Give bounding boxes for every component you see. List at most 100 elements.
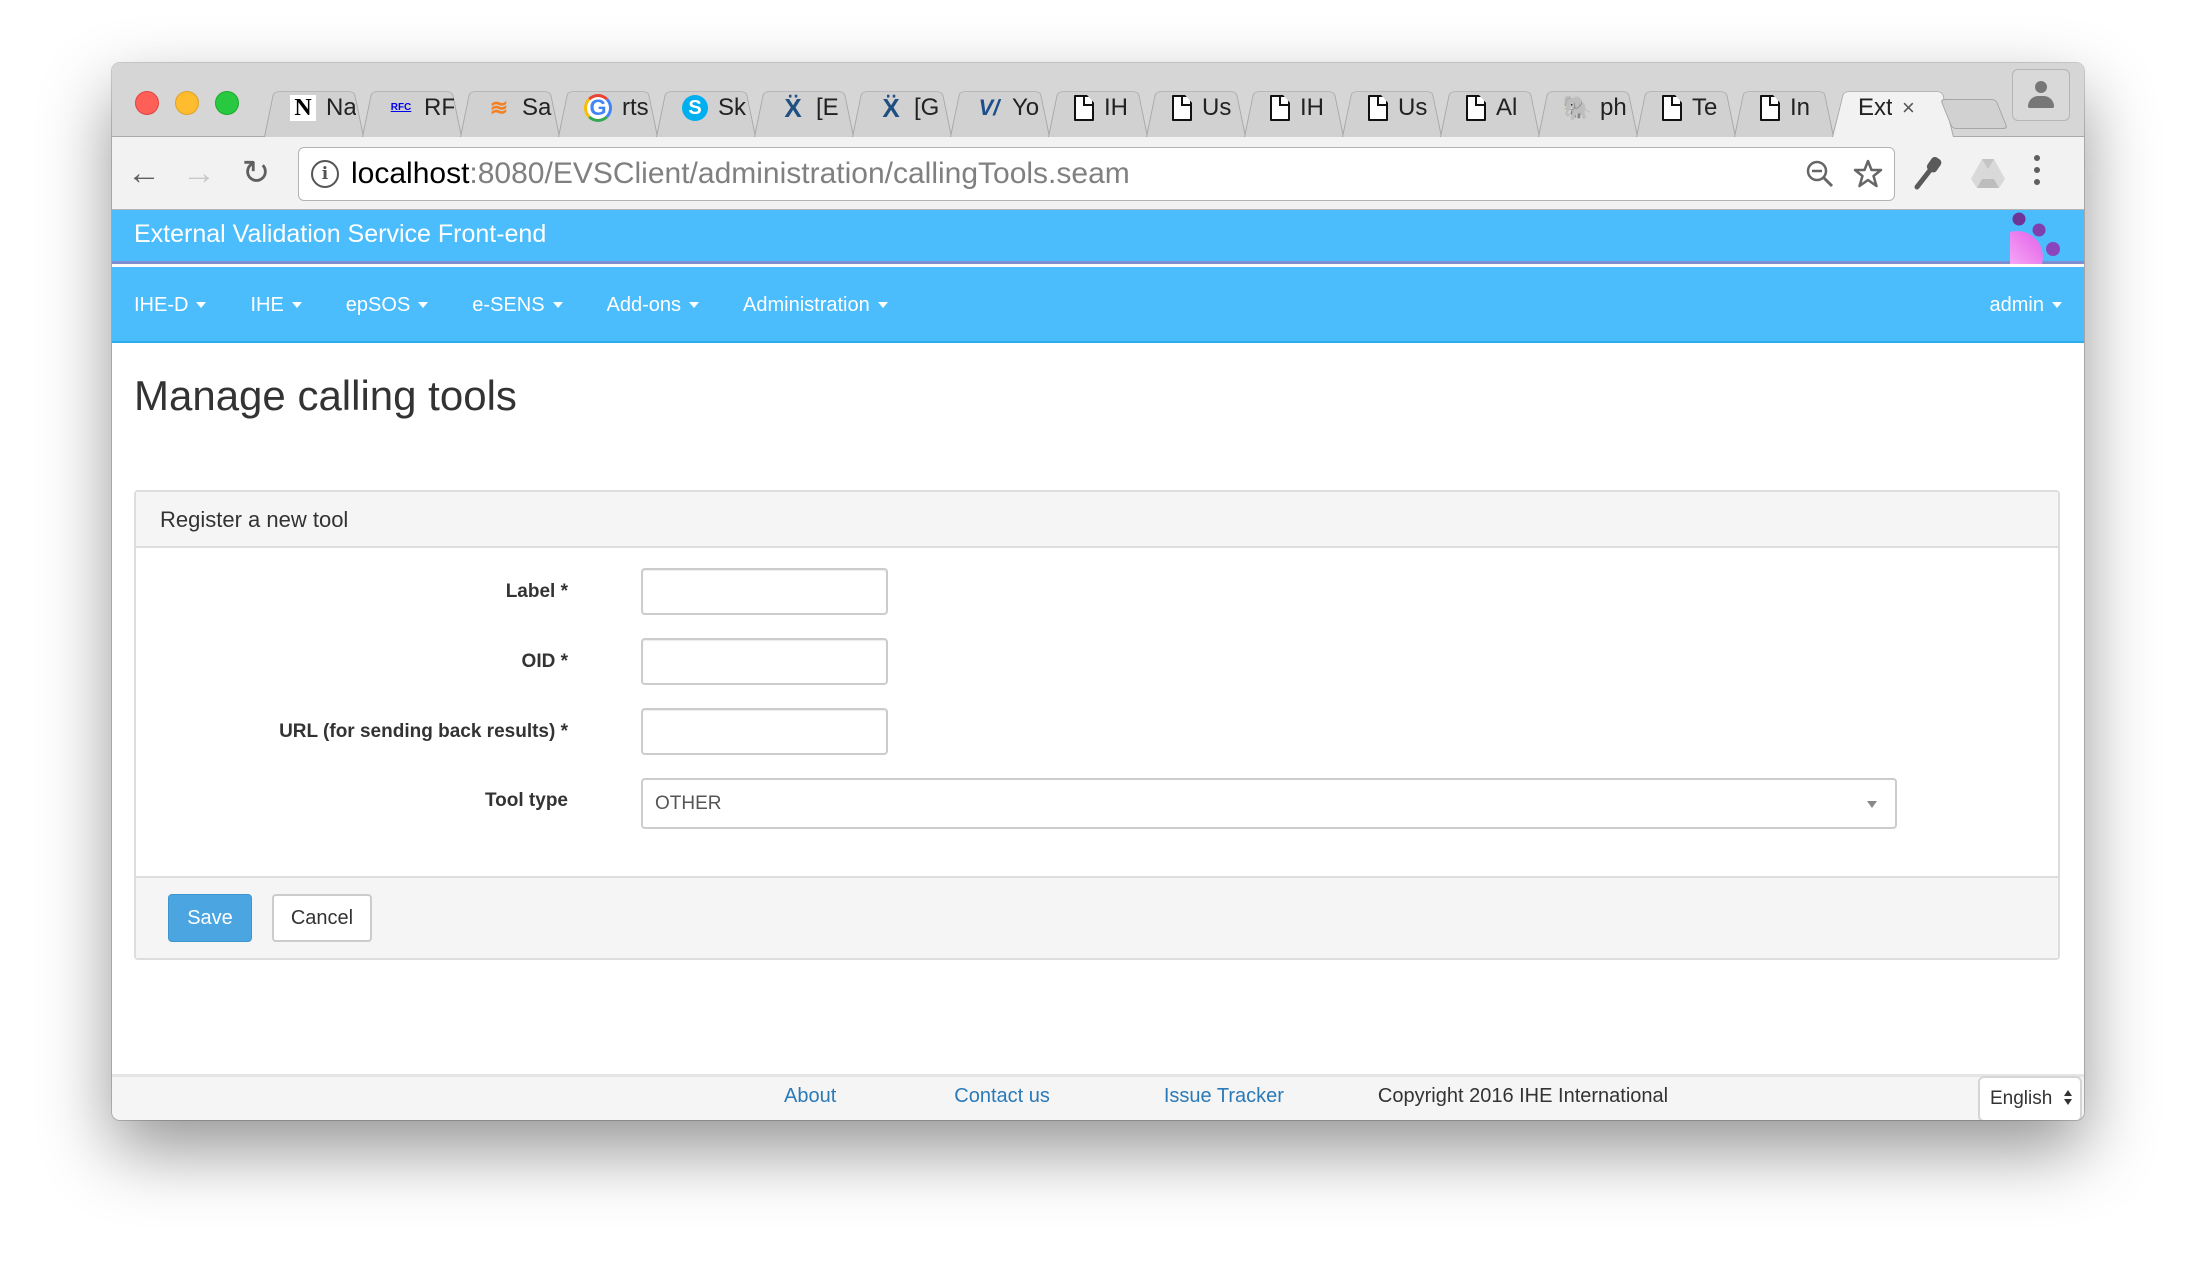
close-tab-icon[interactable]: × xyxy=(1902,95,1915,121)
browser-toolbar: ← → ↻ i localhost:8080/EVSClient/adminis… xyxy=(112,137,2084,210)
info-icon[interactable]: i xyxy=(311,160,339,188)
browser-tab[interactable]: V/Yo xyxy=(946,79,1044,137)
browser-menu-icon[interactable] xyxy=(2032,155,2042,185)
document-icon xyxy=(1172,95,1192,121)
forward-button[interactable]: → xyxy=(179,153,219,193)
reload-button[interactable]: ↻ xyxy=(236,153,276,193)
document-icon xyxy=(1270,95,1290,121)
browser-tab[interactable]: In xyxy=(1730,79,1828,137)
web-page: External Validation Service Front-end IH… xyxy=(112,210,2084,1120)
browser-tab[interactable]: RFC RF xyxy=(358,79,456,137)
tab-title: In xyxy=(1790,94,1811,121)
nav-item-epsos[interactable]: epSOS xyxy=(345,293,429,317)
browser-tab[interactable]: IH xyxy=(1240,79,1338,137)
register-tool-form: Label * OID * URL (for sending back resu… xyxy=(136,548,2058,878)
key-extension-icon[interactable] xyxy=(1912,155,1946,199)
user-menu[interactable]: admin xyxy=(1990,267,2062,343)
caret-down-icon xyxy=(552,302,563,308)
label-field-label: Label * xyxy=(505,581,568,602)
tab-title: Yo xyxy=(1012,94,1040,121)
caret-down-icon xyxy=(2052,302,2062,308)
language-value: English xyxy=(1990,1088,2053,1109)
browser-window: N Na RFC RF ≋ Sa Grts S Sk Ẍ [E Ẍ [G V/Yo IH Us IH Us Al 🐘 p… xyxy=(112,63,2084,1120)
url-host: localhost xyxy=(351,157,470,190)
nav-item-ihe-d[interactable]: IHE-D xyxy=(134,293,207,317)
browser-tab[interactable]: Te xyxy=(1632,79,1730,137)
main-navbar: IHE-D IHE epSOS e-SENS Add-ons Administration… xyxy=(112,267,2084,343)
jira-icon: Ẍ xyxy=(882,92,900,123)
document-icon xyxy=(1466,95,1486,121)
nav-item-add-ons[interactable]: Add-ons xyxy=(607,294,700,317)
tab-title: Al xyxy=(1496,94,1518,121)
browser-tab[interactable]: Grts xyxy=(554,79,652,137)
caret-down-icon xyxy=(689,302,700,308)
nav-item-ihe[interactable]: IHE xyxy=(250,294,302,317)
url-input[interactable] xyxy=(641,708,888,755)
nav-item-label: epSOS xyxy=(345,293,411,316)
caret-down-icon xyxy=(196,302,207,308)
browser-tab[interactable]: ≋ Sa xyxy=(456,79,554,137)
about-link[interactable]: About xyxy=(784,1085,836,1108)
google-drive-icon[interactable] xyxy=(1970,157,2006,189)
tab-title: IH xyxy=(1300,94,1324,121)
language-select[interactable]: English xyxy=(1978,1076,2082,1120)
dropdown-arrow-icon xyxy=(1867,801,1877,808)
contact-us-link[interactable]: Contact us xyxy=(954,1085,1050,1108)
close-window-button[interactable] xyxy=(135,91,159,115)
browser-tab[interactable]: IH xyxy=(1044,79,1142,137)
panel-heading: Register a new tool xyxy=(136,492,2058,548)
tab-active[interactable]: Ext × xyxy=(1828,79,1948,137)
skype-icon: S xyxy=(682,95,708,121)
new-tab-button[interactable] xyxy=(1939,99,2009,129)
address-bar[interactable]: i localhost:8080/EVSClient/administratio… xyxy=(298,147,1895,201)
tool-type-select[interactable]: OTHER xyxy=(641,778,1897,829)
cancel-button[interactable]: Cancel xyxy=(272,894,372,942)
app-title[interactable]: External Validation Service Front-end xyxy=(134,220,546,249)
jira-icon: Ẍ xyxy=(784,92,802,123)
caret-down-icon xyxy=(877,302,888,308)
document-icon xyxy=(1074,95,1094,121)
tab-title: [G xyxy=(914,94,940,121)
zoom-window-button[interactable] xyxy=(215,91,239,115)
nav-menu: IHE-D IHE epSOS e-SENS Add-ons Administration xyxy=(134,267,932,343)
bookmark-star-icon[interactable] xyxy=(1850,156,1886,192)
arrow-right-icon: → xyxy=(182,153,216,192)
browser-tab[interactable]: 🐘 ph xyxy=(1534,79,1632,137)
nav-item-administration[interactable]: Administration xyxy=(743,294,888,317)
tab-title: IH xyxy=(1104,94,1128,121)
oid-field-label: OID * xyxy=(521,651,568,672)
browser-tab[interactable]: Us xyxy=(1142,79,1240,137)
browser-tab[interactable]: Us xyxy=(1338,79,1436,137)
label-input[interactable] xyxy=(641,568,888,615)
arrow-left-icon: ← xyxy=(127,153,161,192)
tool-type-value: OTHER xyxy=(655,792,722,814)
oid-input[interactable] xyxy=(641,638,888,685)
url-field-label: URL (for sending back results) * xyxy=(279,721,568,742)
tab-title: Sa xyxy=(522,94,552,121)
page-title: Manage calling tools xyxy=(134,372,517,419)
person-icon xyxy=(2028,81,2054,109)
tab-title: Sk xyxy=(718,94,747,121)
register-tool-panel: Register a new tool Label * OID * URL (f… xyxy=(134,490,2060,960)
save-button[interactable]: Save xyxy=(168,894,252,942)
document-icon xyxy=(1662,95,1682,121)
nav-item-label: IHE-D xyxy=(134,293,189,316)
browser-tab[interactable]: Ẍ [G xyxy=(848,79,946,137)
tab-title: Te xyxy=(1692,94,1718,121)
browser-tab[interactable]: S Sk xyxy=(652,79,750,137)
nav-item-e-sens[interactable]: e-SENS xyxy=(472,294,563,317)
tab-strip: N Na RFC RF ≋ Sa Grts S Sk Ẍ [E Ẍ [G V/Yo IH Us IH Us Al 🐘 p… xyxy=(112,63,2084,137)
zoom-out-icon[interactable] xyxy=(1802,156,1838,192)
profile-button[interactable] xyxy=(2012,69,2070,121)
minimize-window-button[interactable] xyxy=(175,91,199,115)
browser-tab[interactable]: Al xyxy=(1436,79,1534,137)
tab-title: rts xyxy=(622,94,649,121)
browser-tab[interactable]: N Na xyxy=(260,79,358,137)
back-button[interactable]: ← xyxy=(124,153,164,193)
issue-tracker-link[interactable]: Issue Tracker xyxy=(1164,1085,1284,1108)
document-icon xyxy=(1760,95,1780,121)
tab-title: [E xyxy=(816,94,839,121)
stackoverflow-icon: ≋ xyxy=(489,95,509,120)
browser-tab[interactable]: Ẍ [E xyxy=(750,79,848,137)
url-text[interactable]: localhost:8080/EVSClient/administration/… xyxy=(351,157,1130,191)
